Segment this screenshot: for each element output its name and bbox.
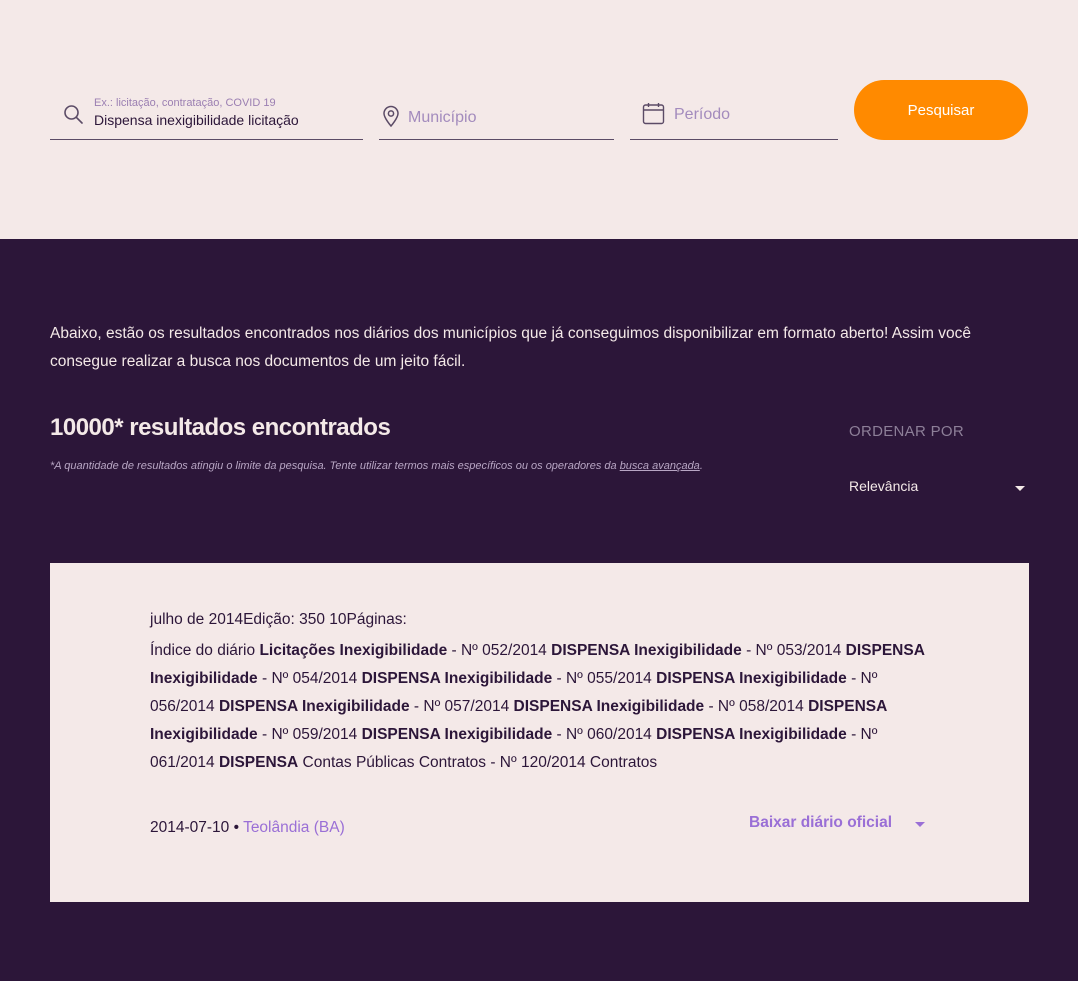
sort-select-value: Relevância [849, 478, 919, 494]
excerpt-text: - Nº 060/2014 [552, 726, 657, 743]
period-input[interactable]: Período [674, 106, 730, 124]
period-field[interactable]: Período [630, 92, 838, 140]
search-button[interactable]: Pesquisar [854, 80, 1028, 140]
excerpt-highlight: DISPENSA Inexigibilidade [513, 698, 705, 715]
excerpt-highlight: DISPENSA [218, 754, 299, 771]
result-city-link[interactable]: Teolândia (BA) [243, 819, 345, 836]
sort-select[interactable]: Relevância [849, 478, 1027, 500]
excerpt-highlight: DISPENSA Inexigibilidade [361, 726, 553, 743]
calendar-icon [642, 102, 665, 130]
excerpt-highlight: DISPENSA Inexigibilidade [551, 642, 742, 659]
excerpt-text: - Nº 057/2014 [409, 698, 514, 715]
results-count: 10000* resultados encontrados [50, 414, 391, 441]
excerpt-highlight: Licitações Inexigibilidade [259, 642, 448, 659]
search-query-input[interactable]: Dispensa inexigibilidade licitação [94, 112, 299, 128]
excerpt-text: - Nº 054/2014 [257, 670, 362, 687]
download-gazette-label: Baixar diário oficial [749, 814, 892, 831]
results-limit-note: *A quantidade de resultados atingiu o li… [50, 460, 703, 472]
result-footer: 2014-07-10 • Teolândia (BA) [150, 819, 345, 837]
result-meta: julho de 2014Edição: 350 10Páginas: [150, 611, 407, 628]
chevron-down-icon [1015, 486, 1025, 491]
excerpt-highlight: DISPENSA Inexigibilidade [656, 726, 847, 743]
results-limit-note-text: *A quantidade de resultados atingiu o li… [50, 460, 620, 472]
download-gazette-button[interactable]: Baixar diário oficial [749, 814, 927, 838]
result-excerpt: Índice do diário Licitações Inexigibilid… [150, 637, 930, 777]
excerpt-text: Índice do diário [150, 642, 260, 659]
search-query-field[interactable]: Ex.: licitação, contratação, COVID 19 Di… [50, 92, 363, 140]
excerpt-highlight: DISPENSA Inexigibilidade [656, 670, 847, 687]
search-band: Ex.: licitação, contratação, COVID 19 Di… [0, 0, 1078, 239]
search-icon [63, 104, 83, 129]
excerpt-text: - Nº 059/2014 [257, 726, 362, 743]
sort-label: ORDENAR POR [849, 423, 964, 440]
excerpt-text: - Nº 052/2014 [447, 642, 552, 659]
excerpt-highlight: DISPENSA Inexigibilidade [218, 698, 410, 715]
results-intro: Abaixo, estão os resultados encontrados … [50, 325, 972, 370]
excerpt-text: Contas Públicas Contratos - Nº 120/2014 … [298, 754, 658, 771]
result-separator: • [229, 819, 244, 836]
chevron-down-icon [915, 822, 925, 827]
excerpt-text: - Nº 053/2014 [741, 642, 846, 659]
map-pin-icon [382, 105, 400, 132]
excerpt-text: - Nº 055/2014 [552, 670, 657, 687]
city-input[interactable]: Município [408, 109, 476, 127]
city-field[interactable]: Município [379, 92, 614, 140]
advanced-search-link[interactable]: busca avançada [620, 460, 700, 472]
result-card: julho de 2014Edição: 350 10Páginas: Índi… [50, 563, 1029, 902]
excerpt-text: - Nº 058/2014 [704, 698, 809, 715]
search-query-placeholder: Ex.: licitação, contratação, COVID 19 [94, 97, 276, 109]
excerpt-highlight: DISPENSA Inexigibilidade [361, 670, 553, 687]
result-date: 2014-07-10 [150, 819, 230, 836]
results-limit-note-end: . [699, 460, 703, 472]
